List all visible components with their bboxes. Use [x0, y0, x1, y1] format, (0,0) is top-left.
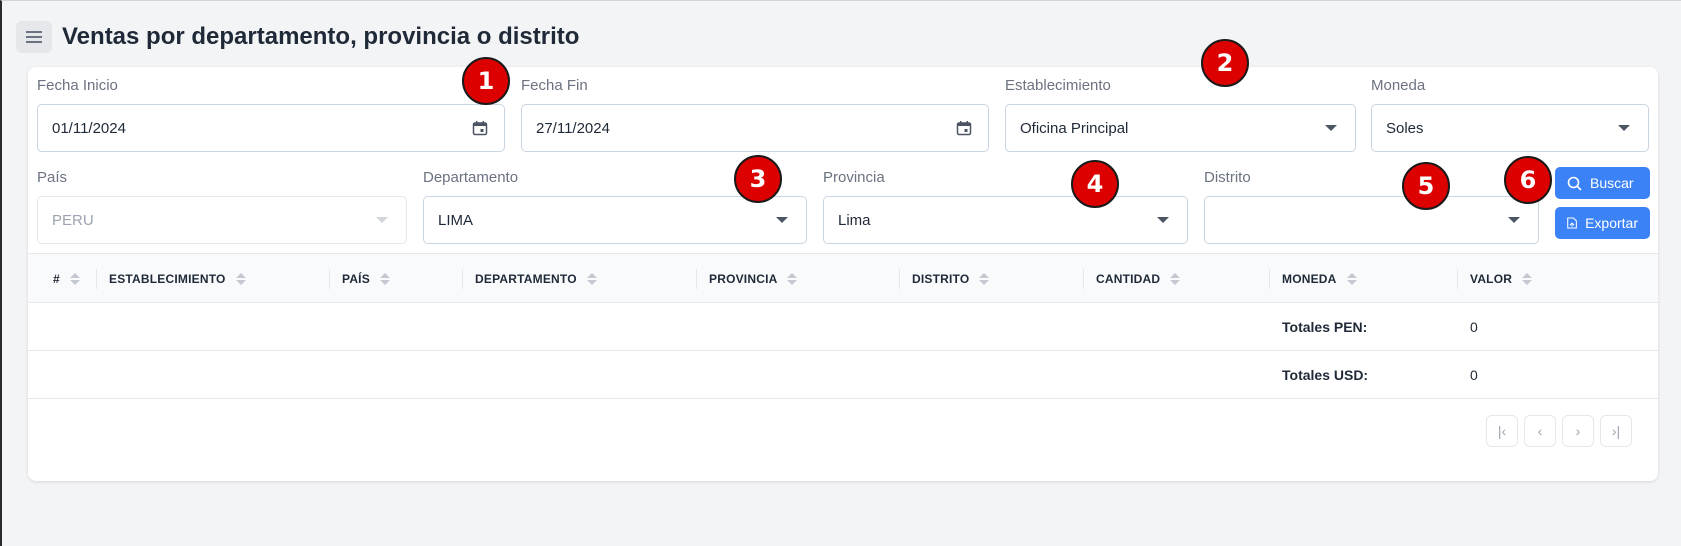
column-header-establecimiento[interactable]: ESTABLECIMIENTO: [109, 254, 246, 304]
buscar-button[interactable]: Buscar: [1555, 167, 1650, 199]
sort-icon: [787, 273, 798, 285]
departamento-value: LIMA: [438, 211, 474, 229]
moneda-value: Soles: [1386, 119, 1424, 137]
totals-label: Totales USD:: [1282, 367, 1369, 383]
column-header-label: DEPARTAMENTO: [475, 272, 577, 286]
pais-value: PERU: [52, 211, 94, 229]
buscar-label: Buscar: [1590, 175, 1634, 191]
chevron-down-icon: [1321, 125, 1341, 131]
column-header-cantidad[interactable]: CANTIDAD: [1096, 254, 1181, 304]
column-header-moneda[interactable]: MONEDA: [1282, 254, 1357, 304]
column-header-label: CANTIDAD: [1096, 272, 1161, 286]
annotation-badge-2: 2: [1201, 39, 1249, 87]
distrito-select[interactable]: [1204, 196, 1539, 244]
fecha-inicio-label: Fecha Inicio: [37, 77, 118, 94]
annotation-badge-6: 6: [1504, 156, 1552, 204]
sort-icon: [69, 273, 80, 285]
chevron-down-icon: [1614, 125, 1634, 131]
totals-value: 0: [1470, 367, 1478, 383]
table-header: # ESTABLECIMIENTO PAÍS DEPARTAMENTO PROV…: [28, 253, 1658, 303]
column-divider: [329, 269, 330, 289]
chevron-left-icon: ‹: [1537, 423, 1543, 439]
fecha-fin-value: 27/11/2024: [536, 119, 610, 137]
column-header-number[interactable]: #: [53, 254, 80, 304]
column-divider: [696, 269, 697, 289]
totals-label: Totales PEN:: [1282, 319, 1368, 335]
provincia-select[interactable]: Lima: [823, 196, 1188, 244]
fecha-inicio-datepicker[interactable]: 01/11/2024: [37, 104, 505, 152]
next-page-button[interactable]: ›: [1562, 415, 1594, 447]
column-header-label: VALOR: [1470, 272, 1513, 286]
calendar-icon[interactable]: [470, 120, 490, 136]
fecha-inicio-value: 01/11/2024: [52, 119, 126, 137]
sort-icon: [979, 273, 990, 285]
exportar-label: Exportar: [1585, 215, 1638, 231]
chevron-down-icon: [372, 217, 392, 223]
chevron-down-icon: [1153, 217, 1173, 223]
column-header-label: PROVINCIA: [709, 272, 778, 286]
sort-icon: [1346, 273, 1357, 285]
provincia-value: Lima: [838, 211, 871, 229]
chevron-down-icon: [1504, 217, 1524, 223]
fecha-fin-label: Fecha Fin: [521, 77, 588, 94]
annotation-badge-5: 5: [1402, 162, 1450, 210]
departamento-select[interactable]: LIMA: [423, 196, 807, 244]
annotation-badge-4: 4: [1071, 160, 1119, 208]
column-divider: [96, 269, 97, 289]
page-title: Ventas por departamento, provincia o dis…: [62, 23, 580, 50]
hamburger-menu-icon: [26, 31, 42, 43]
column-header-distrito[interactable]: DISTRITO: [912, 254, 990, 304]
provincia-label: Provincia: [823, 169, 885, 186]
calendar-icon[interactable]: [954, 120, 974, 136]
sort-icon: [379, 273, 390, 285]
report-card: Fecha Inicio Fecha Fin Establecimiento M…: [28, 67, 1658, 481]
moneda-label: Moneda: [1371, 77, 1426, 94]
pais-select: PERU: [37, 196, 407, 244]
last-page-icon: ›|: [1611, 423, 1621, 439]
sort-icon: [1522, 273, 1533, 285]
pais-label: País: [37, 169, 68, 186]
search-icon: [1567, 176, 1582, 191]
departamento-label: Departamento: [423, 169, 519, 186]
menu-toggle-button[interactable]: [16, 21, 52, 53]
column-header-provincia[interactable]: PROVINCIA: [709, 254, 798, 304]
column-divider: [1457, 269, 1458, 289]
establecimiento-label: Establecimiento: [1005, 77, 1111, 94]
chevron-down-icon: [772, 217, 792, 223]
first-page-icon: |‹: [1497, 423, 1507, 439]
annotation-badge-3: 3: [734, 155, 782, 203]
first-page-button[interactable]: |‹: [1486, 415, 1518, 447]
page-header: Ventas por departamento, provincia o dis…: [16, 19, 579, 55]
column-header-valor[interactable]: VALOR: [1470, 254, 1533, 304]
totals-value: 0: [1470, 319, 1478, 335]
column-header-label: DISTRITO: [912, 272, 970, 286]
moneda-select[interactable]: Soles: [1371, 104, 1649, 152]
column-divider: [1269, 269, 1270, 289]
column-header-label: ESTABLECIMIENTO: [109, 272, 226, 286]
sort-icon: [235, 273, 246, 285]
sort-icon: [1170, 273, 1181, 285]
column-divider: [462, 269, 463, 289]
distrito-label: Distrito: [1204, 169, 1251, 186]
column-header-pais[interactable]: PAÍS: [342, 254, 390, 304]
exportar-button[interactable]: Exportar: [1555, 207, 1650, 239]
last-page-button[interactable]: ›|: [1600, 415, 1632, 447]
establecimiento-select[interactable]: Oficina Principal: [1005, 104, 1356, 152]
column-header-departamento[interactable]: DEPARTAMENTO: [475, 254, 597, 304]
column-header-label: MONEDA: [1282, 272, 1337, 286]
column-divider: [899, 269, 900, 289]
prev-page-button[interactable]: ‹: [1524, 415, 1556, 447]
sort-icon: [586, 273, 597, 285]
chevron-right-icon: ›: [1575, 423, 1581, 439]
column-divider: [1083, 269, 1084, 289]
totals-row-usd: Totales USD: 0: [28, 351, 1658, 399]
totals-row-pen: Totales PEN: 0: [28, 303, 1658, 351]
export-file-icon: [1567, 217, 1577, 229]
column-header-label: PAÍS: [342, 272, 370, 286]
establecimiento-value: Oficina Principal: [1020, 119, 1129, 137]
fecha-fin-datepicker[interactable]: 27/11/2024: [521, 104, 989, 152]
column-header-label: #: [53, 272, 60, 286]
annotation-badge-1: 1: [462, 57, 510, 105]
